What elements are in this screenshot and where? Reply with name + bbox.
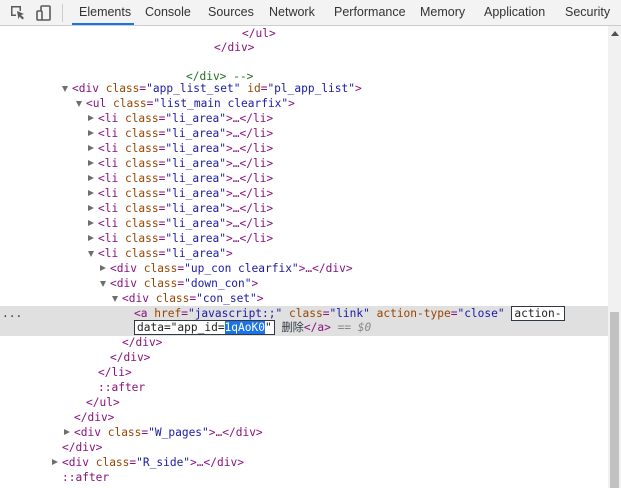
expand-triangle-icon[interactable]: [112, 296, 118, 302]
tree-line[interactable]: </li>: [98, 365, 132, 380]
tree-line[interactable]: </div>: [214, 40, 254, 55]
closing-tag: </div>: [214, 41, 255, 54]
tree-node-div-app-list-set[interactable]: <div class="app_list_set" id="pl_app_lis…: [62, 81, 362, 96]
expand-triangle-icon[interactable]: [76, 101, 82, 107]
toolbar-divider: [62, 4, 63, 22]
tree-node-div-down-con[interactable]: <div class="down_con">: [100, 276, 258, 291]
tree-pseudo-after[interactable]: ::after: [62, 470, 109, 485]
collapse-triangle-icon[interactable]: [100, 265, 106, 271]
tree-node-li-area[interactable]: <li class="li_area">…</li>: [88, 171, 273, 186]
tree-node-li-area[interactable]: <li class="li_area">…</li>: [88, 231, 273, 246]
tree-node-div-con-set[interactable]: <div class="con_set">: [112, 291, 264, 306]
tab-elements[interactable]: Elements: [72, 0, 134, 25]
tree-node-li-area-expanded[interactable]: <li class="li_area">: [88, 246, 233, 261]
collapse-triangle-icon[interactable]: [88, 160, 94, 166]
tree-node-li-area[interactable]: <li class="li_area">…</li>: [88, 201, 273, 216]
device-toolbar-icon[interactable]: [34, 3, 54, 23]
collapse-triangle-icon[interactable]: [88, 130, 94, 136]
collapse-triangle-icon[interactable]: [64, 429, 70, 435]
scroll-up-arrow-icon[interactable]: [611, 31, 619, 36]
tab-memory[interactable]: Memory: [420, 0, 465, 25]
attribute-edit-input[interactable]: data="app_id=1qAoK0": [134, 320, 275, 335]
collapse-triangle-icon[interactable]: [88, 145, 94, 151]
tree-line[interactable]: </ul>: [86, 395, 120, 410]
tab-sources[interactable]: Sources: [208, 0, 254, 25]
tab-application[interactable]: Application: [484, 0, 545, 25]
expand-triangle-icon[interactable]: [100, 281, 106, 287]
tree-line[interactable]: </div>: [62, 440, 102, 455]
collapse-triangle-icon[interactable]: [88, 190, 94, 196]
tree-node-li-area[interactable]: <li class="li_area">…</li>: [88, 141, 273, 156]
tree-line[interactable]: </div>: [74, 410, 114, 425]
expand-triangle-icon[interactable]: [88, 251, 94, 257]
tree-line[interactable]: </div>: [122, 335, 162, 350]
tree-node-li-area[interactable]: <li class="li_area">…</li>: [88, 126, 273, 141]
collapse-triangle-icon[interactable]: [88, 175, 94, 181]
collapse-triangle-icon[interactable]: [88, 220, 94, 226]
tab-security[interactable]: Security: [565, 0, 610, 25]
selected-node-a[interactable]: <a href="javascript:;" class="link" acti…: [134, 306, 565, 321]
tab-network[interactable]: Network: [269, 0, 315, 25]
tab-console[interactable]: Console: [145, 0, 191, 25]
attribute-edit-box[interactable]: action-: [511, 306, 565, 321]
tree-node-div-r-side[interactable]: <div class="R_side">…</div>: [52, 455, 244, 470]
node-actions-ellipsis-icon[interactable]: ...: [2, 306, 22, 321]
tree-node-ul-list-main[interactable]: <ul class="list_main clearfix">: [76, 96, 295, 111]
closing-tag: </ul>: [242, 27, 276, 40]
tree-node-li-area[interactable]: <li class="li_area">…</li>: [88, 111, 273, 126]
tree-node-li-area[interactable]: <li class="li_area">…</li>: [88, 156, 273, 171]
tree-pseudo-after[interactable]: ::after: [98, 380, 145, 395]
tree-node-li-area[interactable]: <li class="li_area">…</li>: [88, 186, 273, 201]
collapse-triangle-icon[interactable]: [52, 459, 58, 465]
tree-node-div-w-pages[interactable]: <div class="W_pages">…</div>: [64, 425, 263, 440]
selected-node-a-continued[interactable]: data="app_id=1qAoK0" 删除</a> == $0: [134, 320, 371, 335]
tree-node-div-up-con[interactable]: <div class="up_con clearfix">…</div>: [100, 261, 353, 276]
tree-line[interactable]: </ul>: [242, 26, 276, 41]
tree-line[interactable]: </div>: [110, 350, 150, 365]
tree-node-li-area[interactable]: <li class="li_area">…</li>: [88, 216, 273, 231]
tab-performance[interactable]: Performance: [334, 0, 406, 25]
devtools-toolbar: Elements Console Sources Network Perform…: [0, 0, 621, 26]
collapse-triangle-icon[interactable]: [88, 235, 94, 241]
collapse-triangle-icon[interactable]: [88, 115, 94, 121]
expand-triangle-icon[interactable]: [62, 86, 68, 92]
dom-tree: </ul> </div> </div> --> <div class="app_…: [0, 26, 608, 488]
scrollbar-thumb[interactable]: [610, 312, 619, 488]
inspect-element-icon[interactable]: [8, 3, 28, 23]
selected-text: 1qAoK0: [224, 321, 265, 334]
collapse-triangle-icon[interactable]: [88, 205, 94, 211]
